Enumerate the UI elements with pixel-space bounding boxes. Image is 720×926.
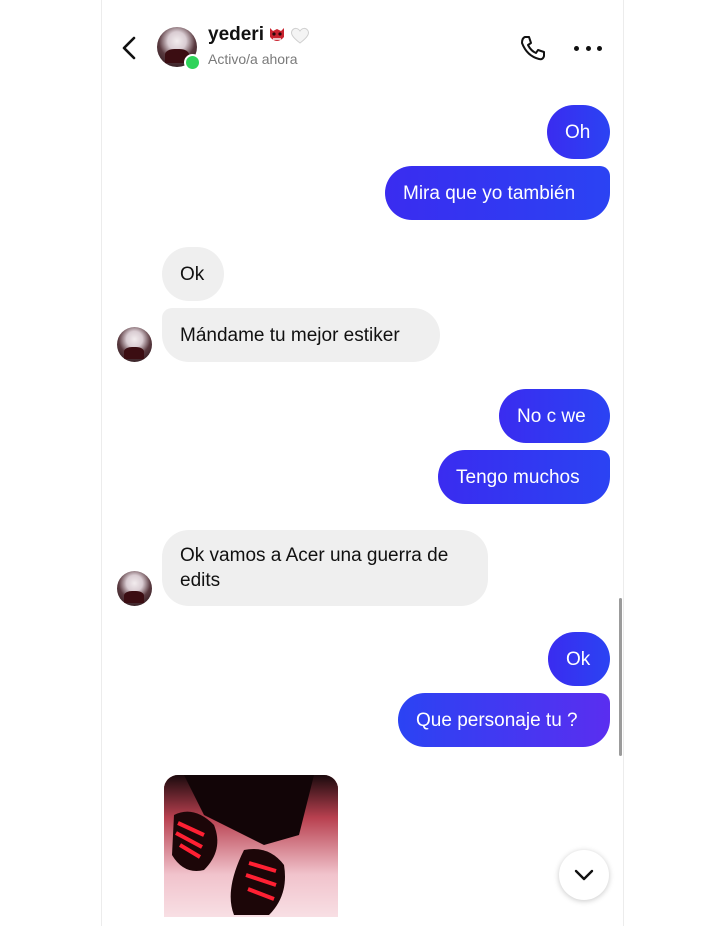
message-text-line: edits — [180, 570, 221, 591]
contact-name-row[interactable]: yederi — [208, 24, 310, 46]
message-outgoing[interactable]: Tengo muchos — [438, 450, 610, 504]
app-frame: yederi Activo/a ahora Oh Mira que yo tam… — [0, 0, 720, 926]
message-outgoing[interactable]: Mira que yo también — [385, 166, 610, 220]
message-text: Mándame tu mejor estiker — [180, 324, 400, 346]
more-dots-icon — [574, 45, 579, 51]
message-text: Oh — [565, 121, 591, 143]
chat-header: yederi Activo/a ahora — [102, 0, 623, 92]
call-button[interactable] — [519, 34, 547, 62]
message-text-line: Ok vamos a Acer una guerra de — [180, 545, 449, 566]
white-heart-emoji-icon — [290, 26, 310, 44]
contact-name: yederi — [208, 24, 264, 45]
message-text: Ok — [180, 263, 205, 285]
message-incoming[interactable]: Ok vamos a Acer una guerra de edits — [162, 530, 488, 606]
more-options-button[interactable] — [574, 44, 602, 52]
message-text: Mira que yo también — [403, 182, 576, 204]
chevron-down-icon — [574, 869, 594, 881]
online-indicator — [184, 54, 201, 71]
message-outgoing[interactable]: No c we — [499, 389, 610, 443]
back-button[interactable] — [118, 34, 142, 62]
message-incoming[interactable]: Mándame tu mejor estiker — [162, 308, 440, 362]
sneakers-image — [164, 775, 338, 917]
message-outgoing[interactable]: Oh — [547, 105, 610, 159]
sender-avatar[interactable] — [117, 571, 152, 606]
ogre-mask-emoji-icon — [268, 25, 286, 45]
message-incoming[interactable]: Ok — [162, 247, 224, 301]
scrollbar[interactable] — [619, 598, 622, 756]
scroll-to-bottom-button[interactable] — [559, 850, 609, 900]
sender-avatar[interactable] — [117, 327, 152, 362]
message-outgoing[interactable]: Ok — [548, 632, 610, 686]
chat-panel: yederi Activo/a ahora Oh Mira que yo tam… — [101, 0, 624, 926]
contact-status: Activo/a ahora — [208, 51, 298, 67]
contact-avatar[interactable] — [157, 27, 201, 71]
back-chevron-icon — [122, 36, 136, 60]
message-text: No c we — [517, 405, 586, 427]
message-text: Tengo muchos — [456, 466, 580, 488]
media-attachment[interactable] — [164, 775, 338, 917]
phone-icon — [521, 36, 545, 61]
message-text: Que personaje tu ? — [416, 709, 578, 731]
message-outgoing[interactable]: Que personaje tu ? — [398, 693, 610, 747]
message-text: Ok — [566, 648, 591, 670]
